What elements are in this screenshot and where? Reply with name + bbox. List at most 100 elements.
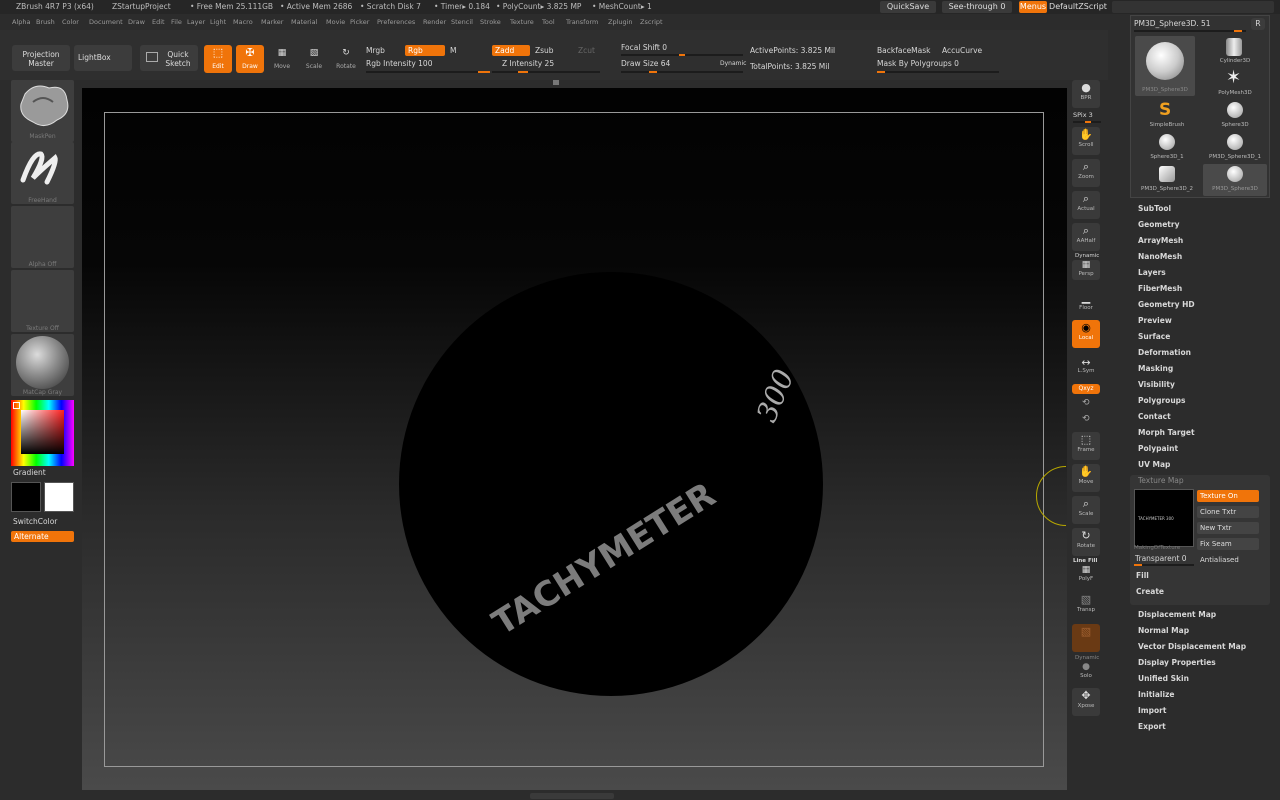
top-scroll-handle[interactable]	[553, 80, 559, 85]
menu-brush[interactable]: Brush	[36, 18, 55, 26]
floor-button[interactable]: ▁ Floor	[1072, 290, 1100, 318]
new-txtr-button[interactable]: New Txtr	[1197, 522, 1259, 534]
texture-thumbnail[interactable]: TACHYMETER 300	[1134, 489, 1194, 547]
menu-zplugin[interactable]: Zplugin	[608, 18, 633, 26]
menu-subtool[interactable]: SubTool	[1138, 204, 1171, 213]
tool-item-pm3d-sphere-selected[interactable]: PM3D_Sphere3D	[1203, 164, 1267, 196]
menu-morph-target[interactable]: Morph Target	[1138, 428, 1195, 437]
menu-stroke[interactable]: Stroke	[480, 18, 501, 26]
menu-fibermesh[interactable]: FiberMesh	[1138, 284, 1182, 293]
alternate-button[interactable]: Alternate	[11, 531, 74, 542]
secondary-color-swatch[interactable]	[44, 482, 74, 512]
color-picker-square[interactable]	[21, 410, 64, 454]
menu-nanomesh[interactable]: NanoMesh	[1138, 252, 1182, 261]
stroke-picker[interactable]	[11, 142, 74, 204]
menu-uv-map[interactable]: UV Map	[1138, 460, 1170, 469]
menu-deformation[interactable]: Deformation	[1138, 348, 1191, 357]
menu-picker[interactable]: Picker	[350, 18, 369, 26]
move-view-button[interactable]: ✋ Move	[1072, 464, 1100, 492]
accucurve-toggle[interactable]: AccuCurve	[942, 46, 982, 55]
rotate-view-button[interactable]: ↻ Rotate	[1072, 528, 1100, 556]
ghost-button[interactable]: ▧	[1072, 624, 1100, 652]
switchcolor-button[interactable]: SwitchColor	[13, 517, 57, 526]
menu-color[interactable]: Color	[62, 18, 79, 26]
dynamic-toggle[interactable]: Dynamic	[720, 60, 746, 67]
lightbox-button[interactable]: LightBox	[74, 45, 132, 71]
fix-seam-button[interactable]: Fix Seam	[1197, 538, 1259, 550]
menu-layers[interactable]: Layers	[1138, 268, 1166, 277]
tool-item-pm3d-sphere-2[interactable]: PM3D_Sphere3D_2	[1135, 164, 1199, 196]
z-intensity-slider[interactable]	[492, 71, 600, 73]
lsym-button[interactable]: ↔ L.Sym	[1072, 357, 1100, 377]
tool-count-slider[interactable]	[1134, 30, 1246, 32]
menu-unified-skin[interactable]: Unified Skin	[1138, 674, 1189, 683]
menu-displacement-map[interactable]: Displacement Map	[1138, 610, 1216, 619]
menu-preferences[interactable]: Preferences	[377, 18, 415, 26]
menu-file[interactable]: File	[171, 18, 182, 26]
fill-button[interactable]: Fill	[1136, 571, 1149, 580]
zcut-toggle[interactable]: Zcut	[578, 46, 595, 55]
menu-import[interactable]: Import	[1138, 706, 1166, 715]
menu-normal-map[interactable]: Normal Map	[1138, 626, 1189, 635]
bpr-button[interactable]: ● BPR	[1072, 80, 1100, 108]
bottom-scroll-handle[interactable]	[530, 793, 614, 799]
menu-edit[interactable]: Edit	[152, 18, 165, 26]
quick-sketch-button[interactable]: Quick Sketch	[140, 45, 198, 71]
menu-marker[interactable]: Marker	[261, 18, 283, 26]
tool-item-simplebrush[interactable]: S SimpleBrush	[1135, 100, 1199, 130]
menu-texture[interactable]: Texture	[510, 18, 534, 26]
tool-item-polymesh[interactable]: ✶ PolyMesh3D	[1203, 68, 1267, 98]
menu-surface[interactable]: Surface	[1138, 332, 1170, 341]
xpose-button[interactable]: ✥ Xpose	[1072, 688, 1100, 716]
aahalf-button[interactable]: ⌕ AAHalf	[1072, 223, 1100, 251]
tool-item-sphere3d[interactable]: Sphere3D	[1203, 100, 1267, 130]
menu-layer[interactable]: Layer	[187, 18, 205, 26]
menu-alpha[interactable]: Alpha	[12, 18, 30, 26]
clone-txtr-button[interactable]: Clone Txtr	[1197, 506, 1259, 518]
menu-visibility[interactable]: Visibility	[1138, 380, 1175, 389]
zsub-toggle[interactable]: Zsub	[535, 46, 554, 55]
menu-stencil[interactable]: Stencil	[451, 18, 473, 26]
see-through-slider[interactable]: See-through 0	[942, 1, 1012, 13]
transp-button[interactable]: ▧ Transp	[1072, 592, 1100, 620]
menu-polypaint[interactable]: Polypaint	[1138, 444, 1178, 453]
tool-item-pm3d-sphere-1[interactable]: PM3D_Sphere3D_1	[1203, 132, 1267, 162]
local-button[interactable]: ◉ Local	[1072, 320, 1100, 348]
mask-by-polygroups-slider[interactable]	[877, 71, 999, 73]
menu-zscript[interactable]: Zscript	[640, 18, 663, 26]
spix-slider[interactable]	[1073, 121, 1101, 123]
menu-masking[interactable]: Masking	[1138, 364, 1173, 373]
menu-document[interactable]: Document	[89, 18, 123, 26]
menus-button[interactable]: Menus	[1019, 1, 1047, 13]
menu-macro[interactable]: Macro	[233, 18, 253, 26]
tool-item-main[interactable]: PM3D_Sphere3D	[1135, 36, 1195, 96]
edit-button[interactable]: ⬚ Edit	[204, 45, 232, 73]
move-button[interactable]: ▦ Move	[268, 45, 296, 73]
menu-light[interactable]: Light	[210, 18, 226, 26]
create-button[interactable]: Create	[1136, 587, 1164, 596]
alpha-picker[interactable]	[11, 206, 74, 268]
draw-size-slider[interactable]	[621, 71, 743, 73]
menu-vector-displacement-map[interactable]: Vector Displacement Map	[1138, 642, 1246, 651]
menu-geometry[interactable]: Geometry	[1138, 220, 1179, 229]
menu-movie[interactable]: Movie	[326, 18, 345, 26]
rotate-button[interactable]: ↻ Rotate	[332, 45, 360, 73]
menu-initialize[interactable]: Initialize	[1138, 690, 1175, 699]
scale-view-button[interactable]: ⌕ Scale	[1072, 496, 1100, 524]
rgb-toggle[interactable]: Rgb	[405, 45, 445, 56]
scroll-button[interactable]: ✋ Scroll	[1072, 127, 1100, 155]
color-picker[interactable]	[11, 400, 74, 466]
menu-polygroups[interactable]: Polygroups	[1138, 396, 1186, 405]
menu-contact[interactable]: Contact	[1138, 412, 1171, 421]
menu-arraymesh[interactable]: ArrayMesh	[1138, 236, 1183, 245]
draw-button[interactable]: ✠ Draw	[236, 45, 264, 73]
gradient-toggle[interactable]: Gradient	[13, 468, 46, 477]
quicksave-button[interactable]: QuickSave	[880, 1, 936, 13]
projection-master-button[interactable]: Projection Master	[12, 45, 70, 71]
texture-map-title[interactable]: Texture Map	[1138, 476, 1184, 485]
zoom-button[interactable]: ⌕ Zoom	[1072, 159, 1100, 187]
backface-mask-toggle[interactable]: BackfaceMask	[877, 46, 931, 55]
main-color-swatch[interactable]	[11, 482, 41, 512]
actual-button[interactable]: ⌕ Actual	[1072, 191, 1100, 219]
focal-shift-slider[interactable]	[621, 54, 743, 56]
